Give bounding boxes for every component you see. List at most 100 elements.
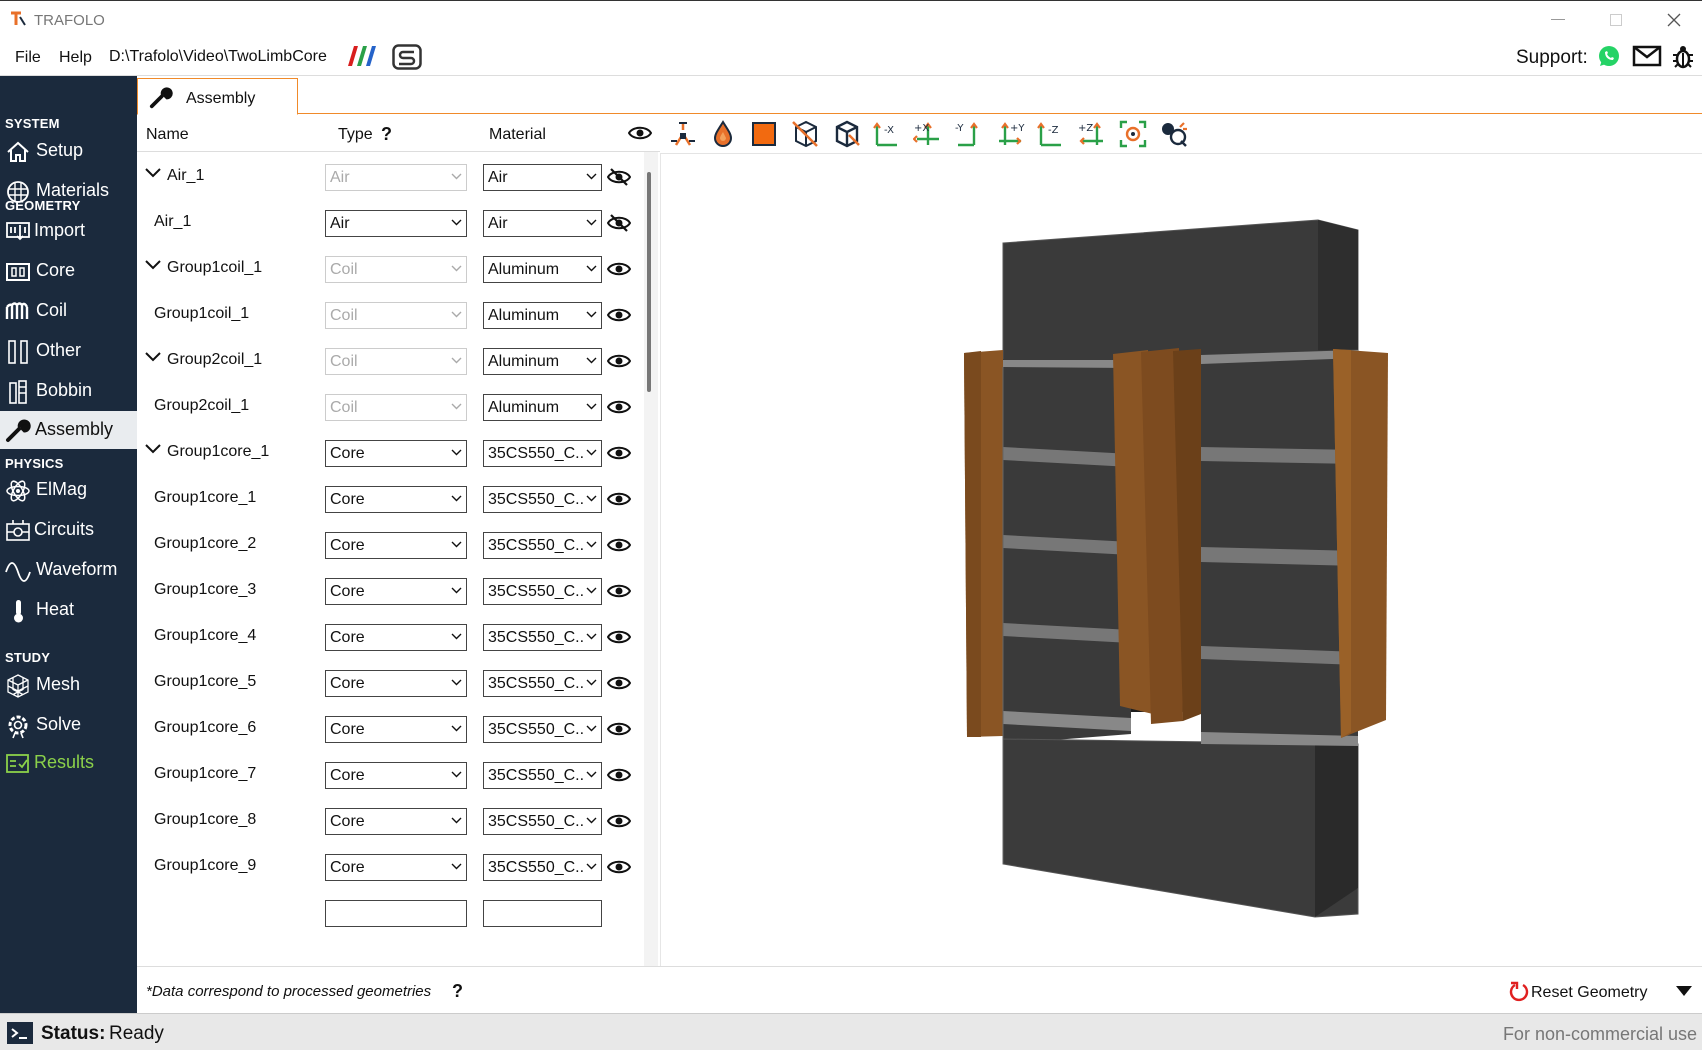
wireframe-off-icon[interactable] [790,119,820,149]
type-dropdown[interactable]: Core [325,440,467,467]
sidebar-item-assembly[interactable]: Assembly [0,411,137,449]
close-button[interactable] [1654,7,1694,33]
type-dropdown[interactable]: Core [325,854,467,881]
reset-geometry-button[interactable]: Reset Geometry [1531,984,1647,1002]
sidebar-item-waveform[interactable]: Waveform [0,551,137,589]
type-dropdown[interactable]: Core [325,486,467,513]
eye-icon[interactable] [607,627,631,647]
list-scrollbar[interactable] [644,152,658,966]
material-dropdown[interactable]: 35CS550_C... [483,624,602,651]
type-dropdown[interactable]: Core [325,762,467,789]
eye-hidden-icon[interactable] [607,167,631,187]
box-off-icon[interactable] [831,119,861,149]
minimize-button[interactable] [1538,7,1578,33]
triangle-down-icon[interactable] [1675,985,1693,997]
type-dropdown[interactable]: Coil [325,348,467,375]
menu-help[interactable]: Help [59,49,92,67]
reset-icon[interactable] [1509,981,1529,1003]
view-minus-y-icon[interactable]: -Y [954,119,984,149]
eye-icon[interactable] [607,397,631,417]
scrollbar-thumb[interactable] [647,172,651,392]
whatsapp-icon[interactable] [1597,44,1621,68]
material-dropdown[interactable]: 35CS550_C... [483,716,602,743]
material-dropdown[interactable]: Aluminum [483,256,602,283]
stripes-logo-icon[interactable] [346,44,378,68]
solid-view-icon[interactable] [749,119,779,149]
material-dropdown[interactable]: 35CS550_C... [483,440,602,467]
material-dropdown[interactable]: 35CS550_C... [483,532,602,559]
view-plus-z-icon[interactable]: +Z [1077,119,1107,149]
select-parts-icon[interactable] [1159,119,1189,149]
material-dropdown[interactable]: 35CS550_C... [483,854,602,881]
zoom-fit-icon[interactable] [1118,119,1148,149]
eye-icon[interactable] [607,719,631,739]
chevron-down-icon[interactable] [145,444,161,454]
material-dropdown[interactable]: 35CS550_C... [483,578,602,605]
eye-icon[interactable] [607,535,631,555]
material-dropdown[interactable]: Aluminum [483,348,602,375]
eye-icon[interactable] [607,259,631,279]
eye-icon[interactable] [607,489,631,509]
menu-file[interactable]: File [15,49,41,67]
3d-viewport[interactable] [660,154,1702,966]
tab-assembly[interactable]: Assembly [137,78,298,115]
sidebar-item-coil[interactable]: Coil [0,292,137,330]
transformer-core-model[interactable] [661,154,1702,966]
view-minus-z-icon[interactable]: -Z [1036,119,1066,149]
bug-icon[interactable] [1670,44,1696,70]
type-dropdown[interactable]: Core [325,624,467,651]
sidebar-item-bobbin[interactable]: Bobbin [0,372,137,410]
sidebar-item-results[interactable]: Results [0,744,137,782]
material-dropdown[interactable] [483,900,602,927]
material-dropdown[interactable]: Aluminum [483,302,602,329]
view-minus-x-icon[interactable]: -X [872,119,902,149]
sidebar-item-core[interactable]: Core [0,252,137,290]
sidebar-item-solve[interactable]: Solve [0,706,137,744]
type-dropdown[interactable]: Core [325,716,467,743]
eye-icon[interactable] [607,581,631,601]
material-dropdown[interactable]: 35CS550_C... [483,762,602,789]
eye-icon[interactable] [607,673,631,693]
type-dropdown[interactable]: Coil [325,394,467,421]
type-dropdown[interactable]: Air [325,210,467,237]
maximize-button[interactable] [1596,7,1636,33]
explode-view-icon[interactable] [668,119,698,149]
type-dropdown[interactable]: Air [325,164,467,191]
sidebar-item-mesh[interactable]: Mesh [0,666,137,704]
type-dropdown[interactable]: Core [325,670,467,697]
material-dropdown[interactable]: 35CS550_C... [483,670,602,697]
eye-icon[interactable] [607,443,631,463]
type-help-button[interactable]: ? [381,124,392,145]
mail-icon[interactable] [1632,44,1662,68]
view-plus-y-icon[interactable]: +Y [995,119,1025,149]
s-logo-icon[interactable] [392,44,422,70]
toggle-all-visibility-icon[interactable] [628,124,652,142]
material-dropdown[interactable]: 35CS550_C... [483,808,602,835]
type-dropdown[interactable]: Core [325,808,467,835]
eye-hidden-icon[interactable] [607,213,631,233]
sidebar-item-elmag[interactable]: ElMag [0,471,137,509]
type-dropdown[interactable]: Coil [325,256,467,283]
type-dropdown[interactable]: Coil [325,302,467,329]
eye-icon[interactable] [607,857,631,877]
type-dropdown[interactable] [325,900,467,927]
note-help-button[interactable]: ? [452,981,463,1002]
sidebar-item-setup[interactable]: Setup [0,132,137,170]
drop-icon[interactable] [708,119,738,149]
eye-icon[interactable] [607,811,631,831]
eye-icon[interactable] [607,305,631,325]
material-dropdown[interactable]: Aluminum [483,394,602,421]
type-dropdown[interactable]: Core [325,532,467,559]
chevron-down-icon[interactable] [145,260,161,270]
view-plus-x-icon[interactable]: +X [913,119,943,149]
sidebar-item-other[interactable]: Other [0,332,137,370]
material-dropdown[interactable]: 35CS550_C... [483,486,602,513]
material-dropdown[interactable]: Air [483,210,602,237]
sidebar-item-import[interactable]: Import [0,212,137,250]
sidebar-item-heat[interactable]: Heat [0,591,137,629]
sidebar-item-circuits[interactable]: Circuits [0,511,137,549]
type-dropdown[interactable]: Core [325,578,467,605]
material-dropdown[interactable]: Air [483,164,602,191]
eye-icon[interactable] [607,351,631,371]
chevron-down-icon[interactable] [145,168,161,178]
